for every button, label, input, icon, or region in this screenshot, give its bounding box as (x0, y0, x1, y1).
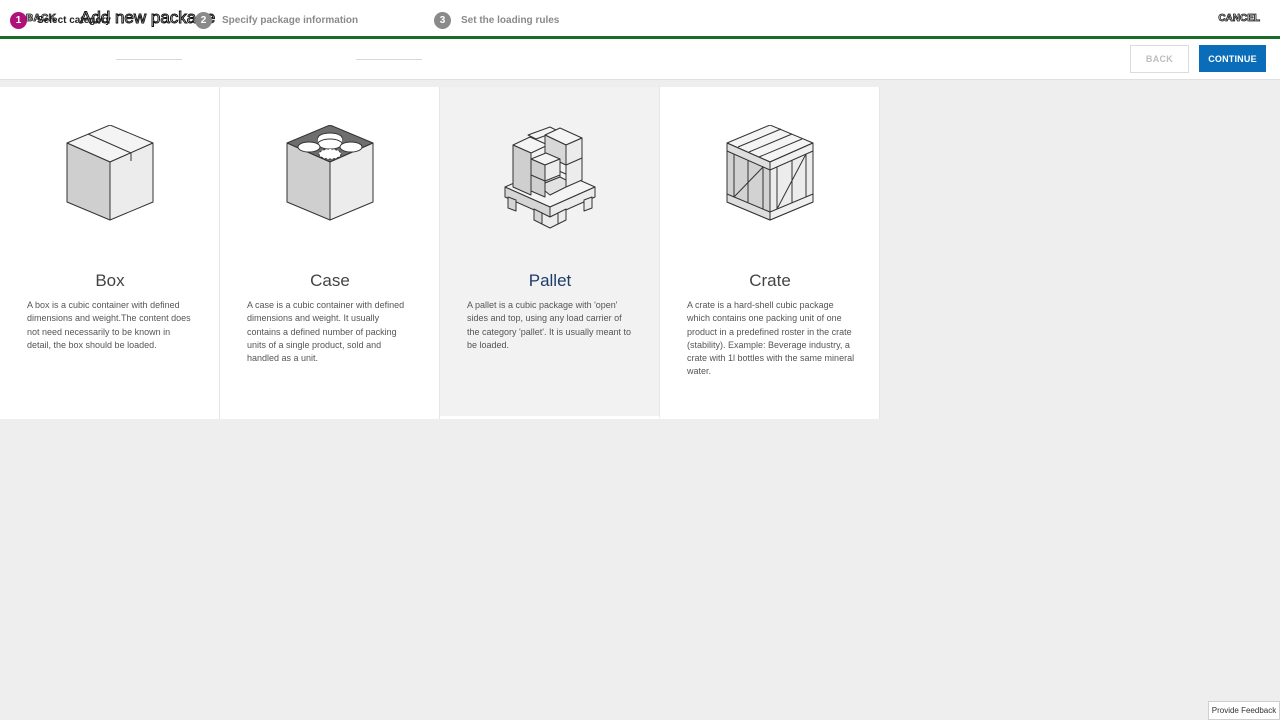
box-icon (66, 125, 154, 221)
step-number: 1 (10, 11, 27, 29)
category-card-box[interactable]: Box A box is a cubic container with defi… (0, 87, 220, 419)
category-description: A box is a cubic container with defined … (27, 300, 191, 350)
category-description: A pallet is a cubic package with 'open' … (467, 300, 632, 350)
step-number: 3 (434, 11, 451, 29)
step-label: Set the loading rules (461, 14, 560, 26)
case-icon (286, 125, 374, 221)
cancel-link[interactable]: CANCEL (1218, 13, 1260, 25)
step-loading-rules[interactable]: 3 Set the loading rules (434, 11, 559, 29)
provide-feedback-button[interactable]: Provide Feedback (1208, 701, 1280, 720)
step-label: Specify package information (222, 14, 359, 26)
step-label: Select category (37, 14, 111, 26)
category-description: A case is a cubic container with defined… (247, 300, 405, 364)
step-connector (116, 59, 182, 60)
category-name: Pallet (528, 271, 572, 290)
step-select-category[interactable]: 1 Select category (10, 11, 111, 29)
step-number: 2 (195, 11, 212, 29)
category-name: Crate (749, 271, 791, 290)
crate-icon (726, 125, 814, 221)
category-card-crate[interactable]: Crate A crate is a hard-shell cubic pack… (660, 87, 880, 419)
stepper-bar (0, 39, 1280, 80)
category-name: Box (95, 271, 125, 290)
category-description: A crate is a hard-shell cubic package wh… (687, 300, 855, 377)
step-connector (356, 59, 422, 60)
continue-button[interactable]: CONTINUE (1199, 45, 1266, 72)
top-bar: BACK Add new package CANCEL (0, 0, 1280, 39)
category-card-pallet[interactable]: Pallet A pallet is a cubic package with … (440, 87, 660, 419)
pallet-icon (504, 126, 596, 229)
back-button[interactable]: BACK (1130, 45, 1189, 73)
category-name: Case (310, 271, 350, 290)
category-cards: Box A box is a cubic container with defi… (0, 87, 880, 419)
step-package-information[interactable]: 2 Specify package information (195, 11, 358, 29)
category-card-case[interactable]: Case A case is a cubic container with de… (220, 87, 440, 419)
